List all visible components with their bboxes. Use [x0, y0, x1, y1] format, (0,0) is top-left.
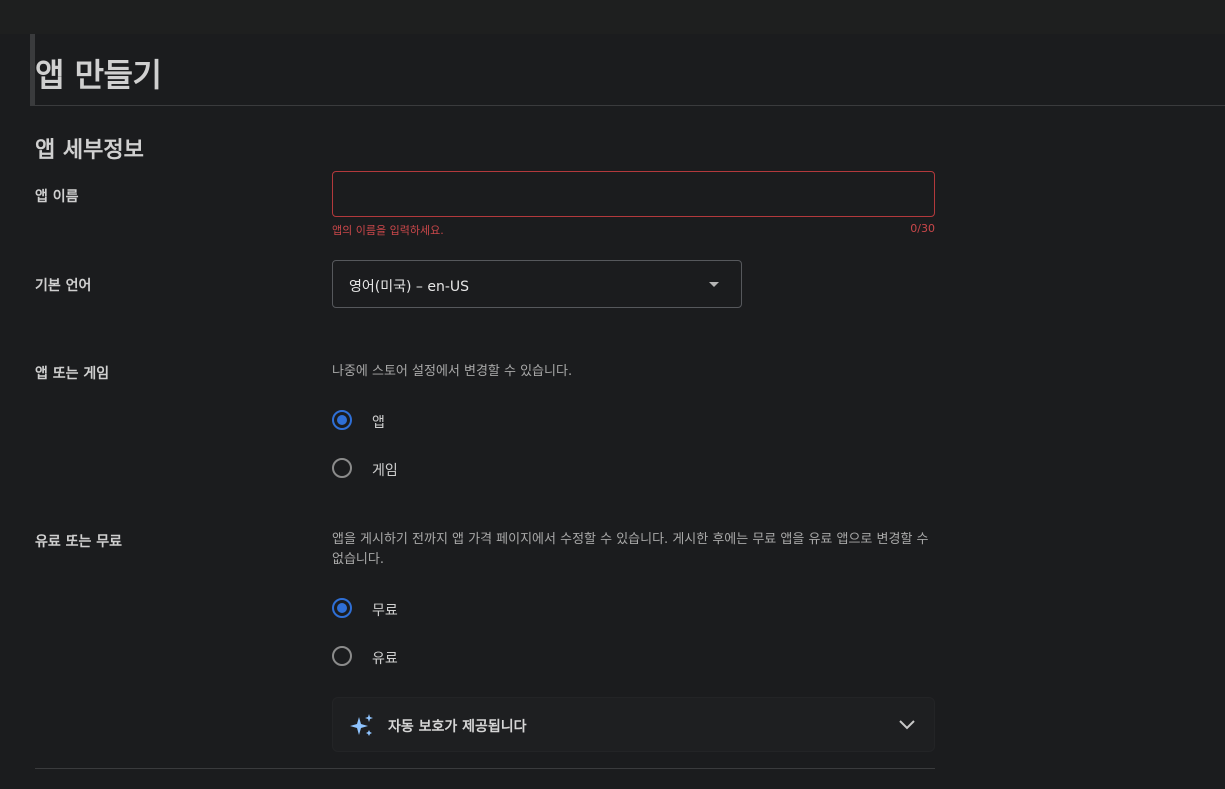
default-language-value: 영어(미국) – en-US: [349, 279, 470, 295]
radio-checked-icon[interactable]: [332, 410, 352, 430]
app-name-error: 앱의 이름을 입력하세요.: [332, 224, 444, 237]
sparkle-icon: [350, 714, 373, 736]
radio-label-app: 앱: [372, 415, 385, 431]
top-bar: [0, 0, 1225, 34]
page-title: 앱 만들기: [35, 56, 162, 94]
default-language-select[interactable]: 영어(미국) – en-US: [332, 260, 742, 308]
section-title: 앱 세부정보: [35, 138, 144, 163]
app-or-game-helper: 나중에 스토어 설정에서 변경할 수 있습니다.: [332, 364, 573, 379]
dropdown-arrow-icon: [709, 282, 719, 287]
app-name-counter: 0/30: [910, 222, 935, 235]
radio-unchecked-icon[interactable]: [332, 458, 352, 478]
radio-checked-icon[interactable]: [332, 598, 352, 618]
app-name-label: 앱 이름: [35, 189, 79, 205]
app-name-input[interactable]: [332, 171, 935, 217]
radio-unchecked-icon[interactable]: [332, 646, 352, 666]
radio-label-paid: 유료: [372, 651, 398, 667]
free-or-paid-helper: 앱을 게시하기 전까지 앱 가격 페이지에서 수정할 수 있습니다. 게시한 후…: [332, 532, 929, 567]
app-or-game-label: 앱 또는 게임: [35, 366, 110, 382]
page-header: 앱 만들기: [30, 34, 1225, 106]
radio-label-free: 무료: [372, 603, 398, 619]
auto-protection-expander[interactable]: 자동 보호가 제공됩니다: [332, 697, 935, 752]
default-language-label: 기본 언어: [35, 278, 92, 294]
divider: [35, 768, 935, 769]
free-or-paid-label: 유료 또는 무료: [35, 534, 123, 550]
chevron-down-icon[interactable]: [898, 716, 916, 734]
radio-label-game: 게임: [372, 463, 398, 479]
auto-protection-label: 자동 보호가 제공됩니다: [388, 719, 527, 735]
